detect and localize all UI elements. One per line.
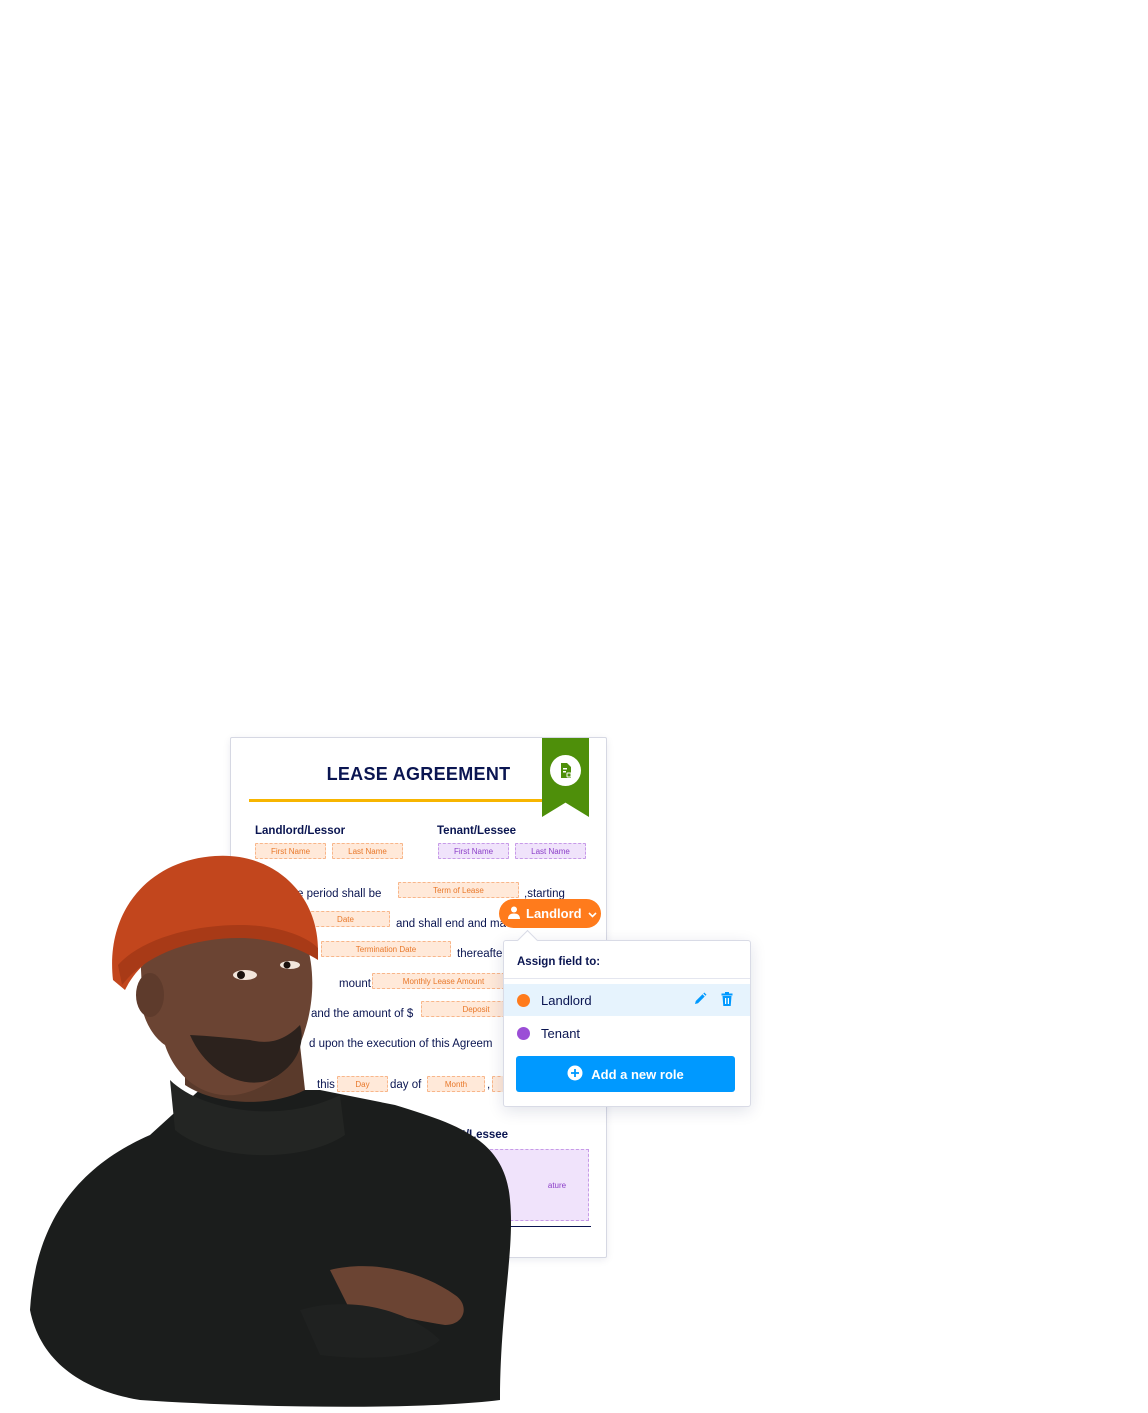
document-lock-icon: [550, 755, 581, 786]
plus-circle-icon: [567, 1065, 583, 1084]
tenant-lessee-label: Tenant/Lessee: [437, 825, 517, 837]
title-underline: [249, 799, 549, 802]
add-new-role-label: Add a new role: [591, 1066, 684, 1082]
role-actions: [693, 992, 733, 1011]
person-photo: [30, 855, 512, 1407]
chevron-down-icon: [588, 906, 597, 921]
badge-ribbon: [542, 738, 589, 817]
trash-icon[interactable]: [721, 992, 733, 1011]
landlord-lessor-label: Landlord/Lessor: [255, 825, 346, 837]
pencil-icon[interactable]: [693, 992, 707, 1011]
